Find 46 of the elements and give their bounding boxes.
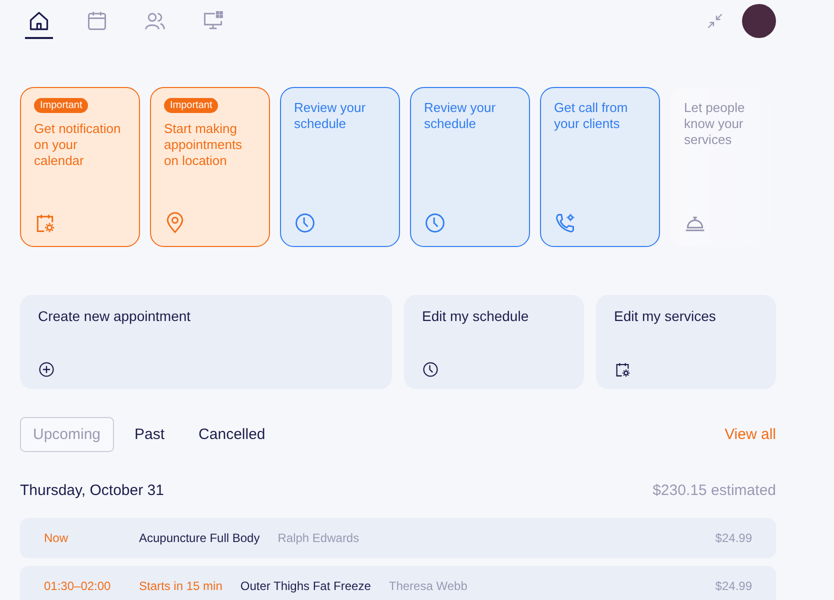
clock-icon xyxy=(422,361,439,378)
appointment-price: $24.99 xyxy=(715,579,752,593)
card-text: Review your schedule xyxy=(294,100,367,132)
tip-card[interactable]: Important Start making appointments on location xyxy=(150,87,270,247)
home-icon xyxy=(28,10,50,32)
filter-tab[interactable]: Upcoming xyxy=(20,417,114,452)
card-text: Get call from your clients xyxy=(554,100,629,132)
card-text: Review your schedule xyxy=(424,100,497,132)
important-badge: Important xyxy=(34,98,88,113)
client-name: Theresa Webb xyxy=(388,579,468,593)
client-name: Ralph Edwards xyxy=(278,531,360,545)
appointment-price: $24.99 xyxy=(715,531,752,545)
date-heading: Thursday, October 31 xyxy=(20,482,164,499)
important-badge: Important xyxy=(164,98,218,113)
avatar[interactable] xyxy=(742,4,776,38)
card-text: Start making appointments on location xyxy=(164,121,244,169)
tip-card[interactable]: Get call from your clients xyxy=(540,87,660,247)
card-text: Let people know your services xyxy=(684,100,746,148)
appointment-row[interactable]: 01:30–02:00 Starts in 15 min Outer Thighs Fat Freeze Theresa Webb $24.99 xyxy=(20,566,776,600)
appointment-time: Now xyxy=(44,531,70,545)
appointment-status: Starts in 15 min xyxy=(139,579,222,593)
clock-icon xyxy=(294,212,316,234)
action-card[interactable]: Create new appointment xyxy=(20,295,392,389)
filter-tab[interactable]: Past xyxy=(122,417,178,452)
collapse-icon[interactable] xyxy=(706,12,724,30)
service-name: Acupuncture Full Body xyxy=(139,531,260,545)
view-all-link[interactable]: View all xyxy=(724,426,776,443)
add-icon xyxy=(38,361,55,378)
calendar-icon xyxy=(86,10,108,32)
estimated-total: $230.15 estimated xyxy=(652,482,776,499)
monitor-icon xyxy=(202,10,224,32)
appointment-row[interactable]: Now Acupuncture Full Body Ralph Edwards $24.99 xyxy=(20,518,776,558)
tip-card[interactable]: Important Get notification on your calendar xyxy=(20,87,140,247)
action-card[interactable]: Edit my services xyxy=(596,295,776,389)
calendar-gear-icon xyxy=(614,361,631,378)
location-pin-icon xyxy=(164,212,186,234)
phone-gear-icon xyxy=(554,212,576,234)
card-text: Get notification on your calendar xyxy=(34,121,122,169)
tip-card[interactable]: Review your schedule xyxy=(280,87,400,247)
filter-tab[interactable]: Cancelled xyxy=(186,417,278,452)
clock-icon xyxy=(424,212,446,234)
calendar-gear-icon xyxy=(34,212,56,234)
appointment-time: 01:30–02:00 xyxy=(44,579,112,593)
service-name: Outer Thighs Fat Freeze xyxy=(240,579,371,593)
tip-card[interactable]: Review your schedule xyxy=(410,87,530,247)
action-card[interactable]: Edit my schedule xyxy=(404,295,584,389)
